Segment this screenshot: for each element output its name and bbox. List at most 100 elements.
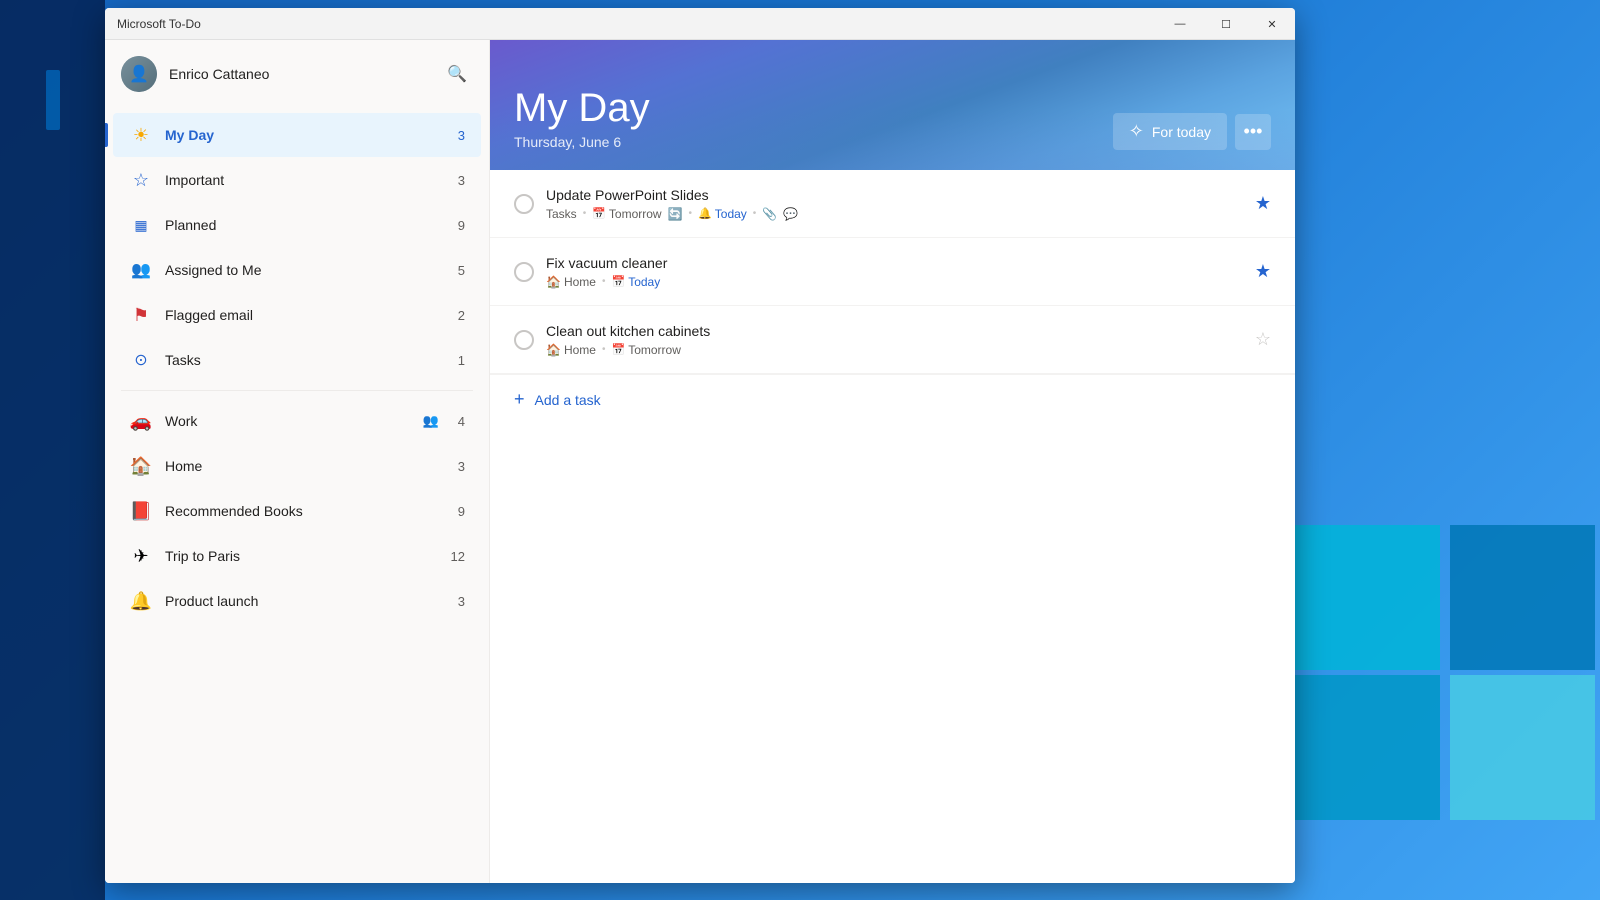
sidebar-divider [121, 390, 473, 391]
sidebar-nav: ☀ My Day 3 ☆ Important 3 ▦ Planned 9 [105, 108, 489, 883]
task-list-name: 🏠 Home [546, 275, 596, 289]
calendar-icon: 📅 [611, 343, 625, 356]
sidebar-item-tasks[interactable]: ⊙ Tasks 1 [113, 338, 481, 382]
avatar[interactable]: 👤 [121, 56, 157, 92]
product-icon: 🔔 [129, 589, 153, 613]
task-due-date: 📅 Today [611, 275, 660, 289]
app-body: 👤 Enrico Cattaneo 🔍 ☀ My Day 3 ☆ Importa… [105, 40, 1295, 883]
task-list-name: 🏠 Home [546, 343, 596, 357]
flagged-icon: ⚑ [129, 303, 153, 327]
title-bar: Microsoft To-Do — ☐ ✕ [105, 8, 1295, 40]
task-recurrence-icon: 🔄 [668, 207, 683, 221]
more-options-button[interactable]: ••• [1235, 114, 1271, 150]
task-meta-dot: • [583, 208, 587, 219]
sidebar-item-label-paris: Trip to Paris [165, 548, 445, 564]
edge-icon-1 [46, 70, 60, 130]
tasks-icon: ⊙ [129, 348, 153, 372]
task-title: Update PowerPoint Slides [546, 187, 1243, 203]
sidebar-item-product[interactable]: 🔔 Product launch 3 [113, 579, 481, 623]
win-quad-br [1450, 675, 1595, 820]
add-task-label: Add a task [535, 392, 601, 408]
sidebar-item-count-important: 3 [445, 173, 465, 188]
sidebar-item-label-planned: Planned [165, 217, 445, 233]
sidebar-item-paris[interactable]: ✈ Trip to Paris 12 [113, 534, 481, 578]
header-actions: ✧ For today ••• [1113, 113, 1271, 150]
work-shared-icon: 👥 [423, 413, 439, 429]
main-panel: My Day Thursday, June 6 ✧ For today ••• [490, 40, 1295, 883]
search-button[interactable]: 🔍 [441, 58, 473, 90]
sidebar-item-home[interactable]: 🏠 Home 3 [113, 444, 481, 488]
sidebar-item-label-important: Important [165, 172, 445, 188]
task-note-icon: 💬 [783, 207, 798, 221]
home-list-icon: 🏠 [546, 275, 561, 289]
sidebar-item-important[interactable]: ☆ Important 3 [113, 158, 481, 202]
sidebar-item-work[interactable]: 🚗 Work 👥 4 [113, 399, 481, 443]
header-text: My Day Thursday, June 6 [514, 86, 650, 150]
task-complete-checkbox[interactable] [514, 262, 534, 282]
sidebar-item-label-my-day: My Day [165, 127, 445, 143]
sidebar-item-count-assigned: 5 [445, 263, 465, 278]
left-edge-strip [0, 0, 105, 900]
add-task-button[interactable]: + Add a task [490, 374, 1295, 424]
planned-icon: ▦ [129, 213, 153, 237]
sidebar-item-books[interactable]: 📕 Recommended Books 9 [113, 489, 481, 533]
windows-decoration [1290, 460, 1600, 860]
task-reminder: 🔔 Today [698, 207, 747, 221]
sidebar-header: 👤 Enrico Cattaneo 🔍 [105, 40, 489, 108]
task-list-name: Tasks [546, 207, 577, 221]
title-bar-controls: — ☐ ✕ [1157, 8, 1295, 39]
sidebar-item-label-tasks: Tasks [165, 352, 445, 368]
sidebar-item-planned[interactable]: ▦ Planned 9 [113, 203, 481, 247]
user-name: Enrico Cattaneo [169, 66, 429, 82]
task-meta: 🏠 Home • 📅 Today [546, 275, 1243, 289]
task-meta-dot: • [602, 344, 606, 355]
app-window: Microsoft To-Do — ☐ ✕ 👤 Enrico Cattaneo … [105, 8, 1295, 883]
paris-icon: ✈ [129, 544, 153, 568]
sidebar: 👤 Enrico Cattaneo 🔍 ☀ My Day 3 ☆ Importa… [105, 40, 490, 883]
task-meta-dot3: • [753, 208, 757, 219]
calendar-icon: 📅 [611, 275, 625, 288]
task-item: Update PowerPoint Slides Tasks • 📅 Tomor… [490, 170, 1295, 238]
task-content: Fix vacuum cleaner 🏠 Home • 📅 Today [546, 255, 1243, 289]
sidebar-item-my-day[interactable]: ☀ My Day 3 [113, 113, 481, 157]
books-icon: 📕 [129, 499, 153, 523]
sidebar-item-count-books: 9 [445, 504, 465, 519]
home-icon: 🏠 [129, 454, 153, 478]
main-title: My Day [514, 86, 650, 130]
home-list-icon: 🏠 [546, 343, 561, 357]
for-today-button[interactable]: ✧ For today [1113, 113, 1227, 150]
task-star-button[interactable]: ★ [1255, 193, 1271, 214]
win-quad-tl [1295, 525, 1440, 670]
maximize-button[interactable]: ☐ [1203, 8, 1249, 40]
task-content: Clean out kitchen cabinets 🏠 Home • 📅 To… [546, 323, 1243, 357]
sidebar-item-flagged[interactable]: ⚑ Flagged email 2 [113, 293, 481, 337]
task-title: Clean out kitchen cabinets [546, 323, 1243, 339]
important-icon: ☆ [129, 168, 153, 192]
sidebar-item-label-flagged: Flagged email [165, 307, 445, 323]
add-task-plus-icon: + [514, 389, 525, 410]
sidebar-item-label-home: Home [165, 458, 445, 474]
sidebar-item-count-product: 3 [445, 594, 465, 609]
close-button[interactable]: ✕ [1249, 8, 1295, 40]
sidebar-item-label-product: Product launch [165, 593, 445, 609]
task-attachment-icon: 📎 [762, 207, 777, 221]
sidebar-item-count-home: 3 [445, 459, 465, 474]
task-star-button[interactable]: ☆ [1255, 329, 1271, 350]
task-complete-checkbox[interactable] [514, 330, 534, 350]
task-complete-checkbox[interactable] [514, 194, 534, 214]
calendar-icon: 📅 [592, 207, 606, 220]
bell-icon: 🔔 [698, 207, 712, 220]
task-meta: 🏠 Home • 📅 Tomorrow [546, 343, 1243, 357]
win-quad-bl [1295, 675, 1440, 820]
sidebar-item-count-work: 4 [445, 414, 465, 429]
task-star-button[interactable]: ★ [1255, 261, 1271, 282]
title-bar-text: Microsoft To-Do [117, 17, 201, 31]
for-today-label: For today [1152, 124, 1211, 140]
sidebar-item-label-assigned: Assigned to Me [165, 262, 445, 278]
minimize-button[interactable]: — [1157, 8, 1203, 40]
sidebar-item-assigned[interactable]: 👥 Assigned to Me 5 [113, 248, 481, 292]
task-item: Clean out kitchen cabinets 🏠 Home • 📅 To… [490, 306, 1295, 374]
task-content: Update PowerPoint Slides Tasks • 📅 Tomor… [546, 187, 1243, 221]
sidebar-item-count-tasks: 1 [445, 353, 465, 368]
main-header: My Day Thursday, June 6 ✧ For today ••• [490, 40, 1295, 170]
